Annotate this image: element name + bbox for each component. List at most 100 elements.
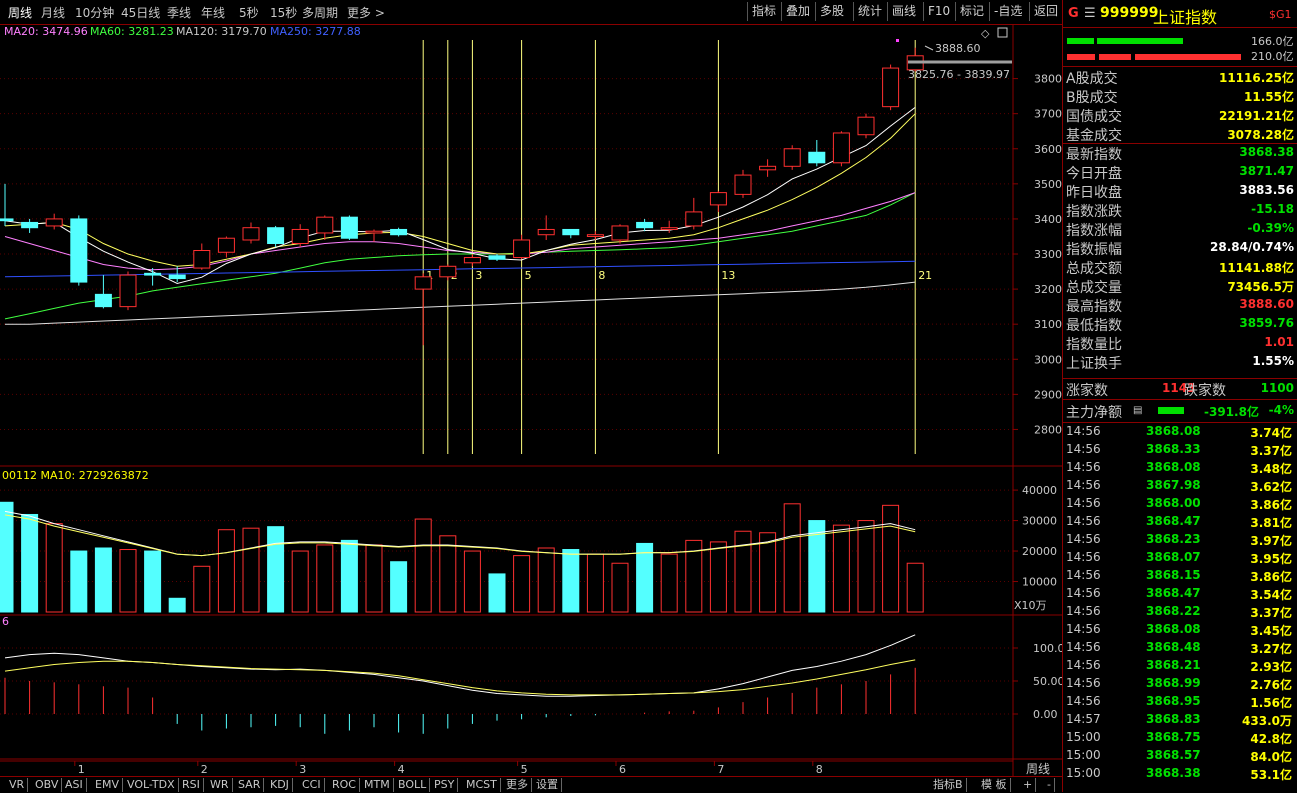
indicator-tab[interactable]: VOL-TDX	[124, 778, 179, 792]
tick-row: 14:56 3868.21 2.93亿	[1066, 658, 1296, 676]
indicator-tab[interactable]: RSI	[179, 778, 204, 792]
tick-volume: 3.97亿	[1250, 534, 1292, 548]
x-period-label: 周线	[1026, 762, 1050, 776]
price-tick-label: 3400	[1034, 213, 1062, 226]
tick-volume: 53.1亿	[1250, 768, 1292, 782]
window-icon[interactable]	[997, 27, 1008, 38]
indicator-tab[interactable]: EMV	[92, 778, 123, 792]
candle-body	[217, 237, 235, 253]
tick-row: 14:56 3868.08 3.45亿	[1066, 622, 1296, 640]
period-monthly[interactable]: 月线	[41, 4, 65, 21]
tick-volume: 2.76亿	[1250, 678, 1292, 692]
period-5sec[interactable]: 5秒	[239, 4, 259, 21]
period-quarterly[interactable]: 季线	[167, 4, 191, 21]
volume-axis: 40000 30000 20000 10000	[1013, 484, 1057, 589]
high-marker	[924, 45, 934, 51]
stat-label: 指数涨幅	[1066, 223, 1122, 239]
diamond-icon[interactable]: ◇	[981, 27, 990, 40]
mark-button[interactable]: 标记	[955, 2, 989, 21]
tick-time: 14:56	[1066, 604, 1101, 618]
indicator-tab[interactable]: VR	[6, 778, 29, 792]
period-45day[interactable]: 45日线	[121, 4, 160, 21]
period-multi[interactable]: 多周期	[302, 4, 338, 21]
template-control[interactable]: +	[1020, 778, 1037, 792]
indicator-button[interactable]: 指标	[747, 2, 781, 21]
indicator-tab[interactable]: WR	[207, 778, 233, 792]
candle-body	[611, 225, 629, 241]
indicator-tab[interactable]: PSY	[431, 778, 459, 792]
template-control[interactable]: -	[1044, 778, 1055, 792]
candle-body	[267, 227, 285, 244]
candle-body	[537, 228, 555, 236]
remove-watchlist-button[interactable]: -自选	[989, 2, 1029, 21]
volume-bar	[611, 562, 629, 613]
range-label: 3825.76 - 3839.97	[908, 68, 1010, 81]
indicator-tab[interactable]: MTM	[361, 778, 394, 792]
volume-bars	[0, 501, 924, 613]
volume-bar	[439, 535, 457, 613]
statistics-button[interactable]: 统计	[853, 2, 887, 21]
red-bar	[1067, 54, 1095, 60]
period-more[interactable]: 更多 >	[347, 4, 385, 21]
indicator-tab[interactable]: OBV	[32, 778, 63, 792]
draw-line-button[interactable]: 画线	[887, 2, 923, 21]
overlay-button[interactable]: 叠加	[781, 2, 815, 21]
indicator-tab[interactable]: KDJ	[267, 778, 293, 792]
tick-price: 3868.33	[1146, 442, 1201, 456]
stat-row: A股成交 11116.25亿	[1066, 68, 1296, 87]
kline-chart[interactable]: MA20: 3474.96 MA60: 3281.23 MA120: 3179.…	[0, 24, 1062, 776]
period-10min[interactable]: 10分钟	[75, 4, 114, 21]
tick-time: 15:00	[1066, 766, 1101, 780]
stat-row: 最高指数 3888.60	[1066, 296, 1296, 315]
stat-value: 3871.47	[1239, 164, 1294, 178]
g-tag: G	[1068, 6, 1079, 21]
indicator-tab[interactable]: CCI	[299, 778, 325, 792]
mainflow-bar	[1158, 407, 1184, 414]
template-control[interactable]: 指标B	[930, 778, 967, 792]
indicator-tab[interactable]: ROC	[329, 778, 360, 792]
stat-label: B股成交	[1066, 90, 1118, 106]
indicator-tab[interactable]: 更多	[503, 778, 532, 792]
candle-body	[0, 218, 14, 222]
candle-body	[144, 272, 162, 276]
period-15sec[interactable]: 15秒	[270, 4, 297, 21]
multi-stock-button[interactable]: 多股	[815, 2, 853, 21]
doc-icon[interactable]: ▤	[1133, 405, 1142, 416]
menu-icon[interactable]: ☰	[1084, 6, 1096, 21]
indicator-tab[interactable]: MCST	[463, 778, 501, 792]
candle-body	[709, 192, 727, 206]
volume-tick-label: 10000	[1022, 576, 1057, 589]
tick-volume: 84.0亿	[1250, 750, 1292, 764]
tick-volume: 3.27亿	[1250, 642, 1292, 656]
candle-body	[340, 216, 358, 239]
indicator-tab[interactable]: SAR	[235, 778, 265, 792]
period-weekly[interactable]: 周线	[8, 4, 32, 21]
tick-volume: 3.48亿	[1250, 462, 1292, 476]
back-button[interactable]: 返回	[1029, 2, 1062, 21]
tick-row: 15:00 3868.38 53.1亿	[1066, 766, 1296, 784]
mainflow-row: 主力净额 ▤ -391.8亿 -4%	[1066, 402, 1296, 421]
indicator-tab[interactable]: 设置	[533, 778, 562, 792]
x-tick-label: 6	[619, 763, 626, 776]
template-control[interactable]: 模 板	[978, 778, 1011, 792]
stat-label: 指数涨跌	[1066, 204, 1122, 220]
tick-time: 14:56	[1066, 550, 1101, 564]
indicator-tab[interactable]: ASI	[62, 778, 87, 792]
tick-time: 14:56	[1066, 532, 1101, 546]
indicator-tab[interactable]: BOLL	[395, 778, 431, 792]
tick-price: 3868.07	[1146, 550, 1201, 564]
tick-time: 14:56	[1066, 622, 1101, 636]
tick-volume: 3.45亿	[1250, 624, 1292, 638]
tick-time: 14:56	[1066, 640, 1101, 654]
tick-row: 14:56 3868.48 3.27亿	[1066, 640, 1296, 658]
x-tick-label: 5	[521, 763, 528, 776]
candle-body	[808, 151, 826, 164]
tick-row: 15:00 3868.75 42.8亿	[1066, 730, 1296, 748]
volume-bar	[340, 539, 358, 613]
tick-price: 3868.23	[1146, 532, 1201, 546]
candle-body	[439, 265, 457, 278]
volume-bar	[242, 527, 260, 613]
period-yearly[interactable]: 年线	[201, 4, 225, 21]
tick-row: 14:56 3868.23 3.97亿	[1066, 532, 1296, 550]
f10-button[interactable]: F10	[923, 2, 955, 21]
